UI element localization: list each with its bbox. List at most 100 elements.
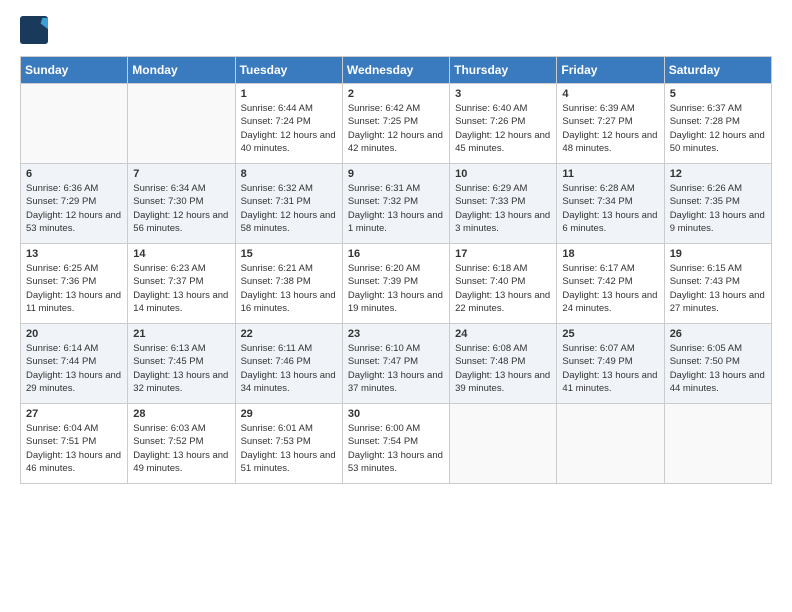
calendar-cell: 13 Sunrise: 6:25 AM Sunset: 7:36 PM Dayli… xyxy=(21,244,128,324)
calendar-cell: 11 Sunrise: 6:28 AM Sunset: 7:34 PM Dayli… xyxy=(557,164,664,244)
page-header xyxy=(20,16,772,44)
day-header-monday: Monday xyxy=(128,57,235,84)
calendar-week-row: 1 Sunrise: 6:44 AM Sunset: 7:24 PM Daylig… xyxy=(21,84,772,164)
day-number: 25 xyxy=(562,328,658,340)
calendar-cell xyxy=(557,404,664,484)
day-number: 4 xyxy=(562,88,658,100)
calendar-cell: 3 Sunrise: 6:40 AM Sunset: 7:26 PM Daylig… xyxy=(450,84,557,164)
day-number: 20 xyxy=(26,328,122,340)
calendar-week-row: 27 Sunrise: 6:04 AM Sunset: 7:51 PM Dayli… xyxy=(21,404,772,484)
day-number: 15 xyxy=(241,248,337,260)
calendar-header-row: SundayMondayTuesdayWednesdayThursdayFrid… xyxy=(21,57,772,84)
calendar-cell: 22Sunrise: 6:11 AM Sunset: 7:46 PM Dayli… xyxy=(235,324,342,404)
calendar-cell: 1 Sunrise: 6:44 AM Sunset: 7:24 PM Daylig… xyxy=(235,84,342,164)
calendar-cell: 26 Sunrise: 6:05 AM Sunset: 7:50 PM Dayli… xyxy=(664,324,771,404)
calendar-cell: 9 Sunrise: 6:31 AM Sunset: 7:32 PM Daylig… xyxy=(342,164,449,244)
calendar-week-row: 6Sunrise: 6:36 AM Sunset: 7:29 PM Daylig… xyxy=(21,164,772,244)
day-number: 26 xyxy=(670,328,766,340)
day-info: Sunrise: 6:28 AM Sunset: 7:34 PM Dayligh… xyxy=(562,182,658,235)
calendar-table: SundayMondayTuesdayWednesdayThursdayFrid… xyxy=(20,56,772,484)
calendar-cell: 2 Sunrise: 6:42 AM Sunset: 7:25 PM Daylig… xyxy=(342,84,449,164)
day-number: 28 xyxy=(133,408,229,420)
day-info: Sunrise: 6:04 AM Sunset: 7:51 PM Dayligh… xyxy=(26,422,122,475)
calendar-cell: 24Sunrise: 6:08 AM Sunset: 7:48 PM Dayli… xyxy=(450,324,557,404)
day-number: 9 xyxy=(348,168,444,180)
calendar-cell: 20 Sunrise: 6:14 AM Sunset: 7:44 PM Dayli… xyxy=(21,324,128,404)
day-info: Sunrise: 6:44 AM Sunset: 7:24 PM Dayligh… xyxy=(241,102,337,155)
day-info: Sunrise: 6:29 AM Sunset: 7:33 PM Dayligh… xyxy=(455,182,551,235)
calendar-cell: 29 Sunrise: 6:01 AM Sunset: 7:53 PM Dayli… xyxy=(235,404,342,484)
calendar-cell: 27 Sunrise: 6:04 AM Sunset: 7:51 PM Dayli… xyxy=(21,404,128,484)
calendar-cell: 30Sunrise: 6:00 AM Sunset: 7:54 PM Dayli… xyxy=(342,404,449,484)
calendar-cell: 28 Sunrise: 6:03 AM Sunset: 7:52 PM Dayli… xyxy=(128,404,235,484)
day-header-tuesday: Tuesday xyxy=(235,57,342,84)
day-info: Sunrise: 6:21 AM Sunset: 7:38 PM Dayligh… xyxy=(241,262,337,315)
calendar-cell xyxy=(21,84,128,164)
day-number: 21 xyxy=(133,328,229,340)
day-number: 30 xyxy=(348,408,444,420)
day-header-sunday: Sunday xyxy=(21,57,128,84)
day-number: 3 xyxy=(455,88,551,100)
calendar-cell: 25 Sunrise: 6:07 AM Sunset: 7:49 PM Dayli… xyxy=(557,324,664,404)
calendar-cell: 8Sunrise: 6:32 AM Sunset: 7:31 PM Daylig… xyxy=(235,164,342,244)
day-info: Sunrise: 6:18 AM Sunset: 7:40 PM Dayligh… xyxy=(455,262,551,315)
day-info: Sunrise: 6:05 AM Sunset: 7:50 PM Dayligh… xyxy=(670,342,766,395)
calendar-cell: 10Sunrise: 6:29 AM Sunset: 7:33 PM Dayli… xyxy=(450,164,557,244)
day-info: Sunrise: 6:34 AM Sunset: 7:30 PM Dayligh… xyxy=(133,182,229,235)
calendar-week-row: 13 Sunrise: 6:25 AM Sunset: 7:36 PM Dayli… xyxy=(21,244,772,324)
calendar-cell: 23Sunrise: 6:10 AM Sunset: 7:47 PM Dayli… xyxy=(342,324,449,404)
day-number: 18 xyxy=(562,248,658,260)
day-number: 19 xyxy=(670,248,766,260)
day-header-wednesday: Wednesday xyxy=(342,57,449,84)
day-number: 7 xyxy=(133,168,229,180)
day-info: Sunrise: 6:13 AM Sunset: 7:45 PM Dayligh… xyxy=(133,342,229,395)
calendar-cell: 12 Sunrise: 6:26 AM Sunset: 7:35 PM Dayli… xyxy=(664,164,771,244)
day-info: Sunrise: 6:25 AM Sunset: 7:36 PM Dayligh… xyxy=(26,262,122,315)
day-info: Sunrise: 6:07 AM Sunset: 7:49 PM Dayligh… xyxy=(562,342,658,395)
day-number: 1 xyxy=(241,88,337,100)
calendar-cell: 15 Sunrise: 6:21 AM Sunset: 7:38 PM Dayli… xyxy=(235,244,342,324)
day-number: 13 xyxy=(26,248,122,260)
day-info: Sunrise: 6:03 AM Sunset: 7:52 PM Dayligh… xyxy=(133,422,229,475)
day-info: Sunrise: 6:20 AM Sunset: 7:39 PM Dayligh… xyxy=(348,262,444,315)
calendar-cell: 16 Sunrise: 6:20 AM Sunset: 7:39 PM Dayli… xyxy=(342,244,449,324)
day-info: Sunrise: 6:26 AM Sunset: 7:35 PM Dayligh… xyxy=(670,182,766,235)
day-number: 11 xyxy=(562,168,658,180)
calendar-cell: 6Sunrise: 6:36 AM Sunset: 7:29 PM Daylig… xyxy=(21,164,128,244)
logo-icon xyxy=(20,16,48,44)
day-number: 16 xyxy=(348,248,444,260)
day-header-friday: Friday xyxy=(557,57,664,84)
day-info: Sunrise: 6:01 AM Sunset: 7:53 PM Dayligh… xyxy=(241,422,337,475)
day-info: Sunrise: 6:32 AM Sunset: 7:31 PM Dayligh… xyxy=(241,182,337,235)
calendar-cell xyxy=(128,84,235,164)
day-number: 12 xyxy=(670,168,766,180)
calendar-week-row: 20 Sunrise: 6:14 AM Sunset: 7:44 PM Dayli… xyxy=(21,324,772,404)
calendar-cell: 5 Sunrise: 6:37 AM Sunset: 7:28 PM Daylig… xyxy=(664,84,771,164)
calendar-body: 1 Sunrise: 6:44 AM Sunset: 7:24 PM Daylig… xyxy=(21,84,772,484)
day-info: Sunrise: 6:31 AM Sunset: 7:32 PM Dayligh… xyxy=(348,182,444,235)
calendar-cell: 7 Sunrise: 6:34 AM Sunset: 7:30 PM Daylig… xyxy=(128,164,235,244)
calendar-cell: 4 Sunrise: 6:39 AM Sunset: 7:27 PM Daylig… xyxy=(557,84,664,164)
day-info: Sunrise: 6:40 AM Sunset: 7:26 PM Dayligh… xyxy=(455,102,551,155)
logo xyxy=(20,16,52,44)
day-number: 17 xyxy=(455,248,551,260)
day-number: 22 xyxy=(241,328,337,340)
calendar-cell: 17 Sunrise: 6:18 AM Sunset: 7:40 PM Dayli… xyxy=(450,244,557,324)
day-number: 29 xyxy=(241,408,337,420)
calendar-cell: 18 Sunrise: 6:17 AM Sunset: 7:42 PM Dayli… xyxy=(557,244,664,324)
day-info: Sunrise: 6:14 AM Sunset: 7:44 PM Dayligh… xyxy=(26,342,122,395)
day-info: Sunrise: 6:17 AM Sunset: 7:42 PM Dayligh… xyxy=(562,262,658,315)
day-number: 24 xyxy=(455,328,551,340)
day-info: Sunrise: 6:15 AM Sunset: 7:43 PM Dayligh… xyxy=(670,262,766,315)
day-info: Sunrise: 6:42 AM Sunset: 7:25 PM Dayligh… xyxy=(348,102,444,155)
calendar-cell xyxy=(664,404,771,484)
calendar-cell xyxy=(450,404,557,484)
day-info: Sunrise: 6:10 AM Sunset: 7:47 PM Dayligh… xyxy=(348,342,444,395)
day-info: Sunrise: 6:39 AM Sunset: 7:27 PM Dayligh… xyxy=(562,102,658,155)
day-number: 27 xyxy=(26,408,122,420)
day-info: Sunrise: 6:37 AM Sunset: 7:28 PM Dayligh… xyxy=(670,102,766,155)
day-number: 5 xyxy=(670,88,766,100)
day-number: 14 xyxy=(133,248,229,260)
calendar-cell: 14Sunrise: 6:23 AM Sunset: 7:37 PM Dayli… xyxy=(128,244,235,324)
day-number: 2 xyxy=(348,88,444,100)
